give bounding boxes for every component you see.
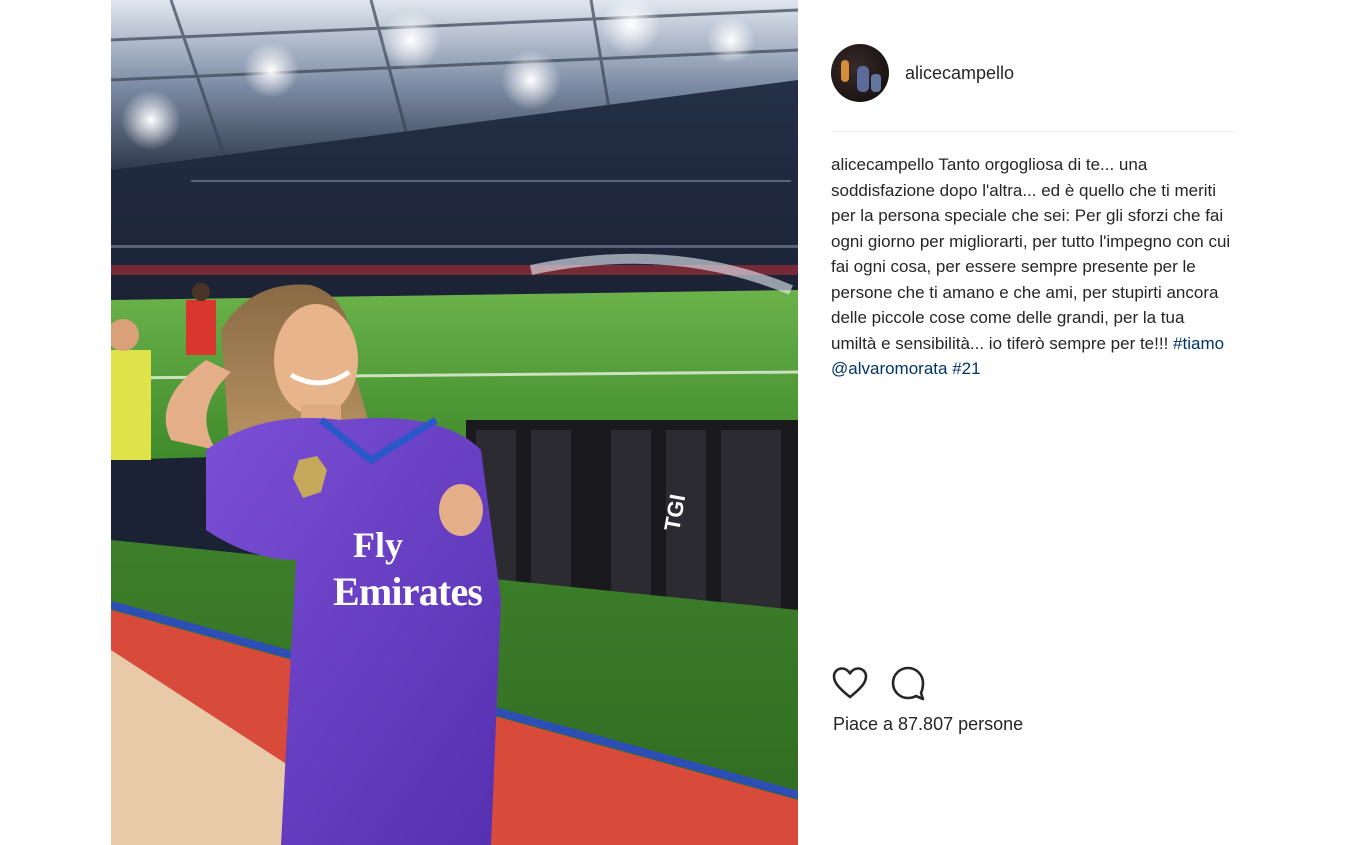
avatar[interactable] bbox=[831, 44, 889, 102]
caption-text: Tanto orgogliosa di te... una soddisfazi… bbox=[831, 155, 1231, 353]
mention-link[interactable]: @alvaromorata bbox=[831, 359, 947, 378]
caption-username-link[interactable]: alicecampello bbox=[831, 155, 934, 174]
like-count[interactable]: Piace a 87.807 persone bbox=[833, 714, 1023, 735]
comment-bubble-icon bbox=[891, 666, 925, 701]
instagram-post: TGI Fly Emirates alicecampello alicecamp… bbox=[0, 0, 1350, 845]
jersey-sponsor-line2: Emirates bbox=[333, 569, 483, 614]
like-button[interactable] bbox=[831, 664, 869, 702]
heart-icon bbox=[832, 667, 868, 699]
post-header: alicecampello bbox=[831, 43, 1014, 103]
post-actions bbox=[831, 664, 947, 702]
comment-button[interactable] bbox=[889, 664, 927, 702]
post-caption: alicecampello Tanto orgogliosa di te... … bbox=[831, 152, 1231, 382]
divider bbox=[831, 131, 1238, 132]
hashtag-link[interactable]: #21 bbox=[952, 359, 980, 378]
jersey-sponsor-line1: Fly bbox=[353, 525, 403, 565]
stadium-photo-illustration: TGI Fly Emirates bbox=[111, 0, 798, 845]
post-photo[interactable]: TGI Fly Emirates bbox=[111, 0, 798, 845]
hashtag-link[interactable]: #tiamo bbox=[1173, 334, 1224, 353]
username-link[interactable]: alicecampello bbox=[905, 63, 1014, 84]
post-side-panel: alicecampello alicecampello Tanto orgogl… bbox=[798, 0, 1350, 845]
